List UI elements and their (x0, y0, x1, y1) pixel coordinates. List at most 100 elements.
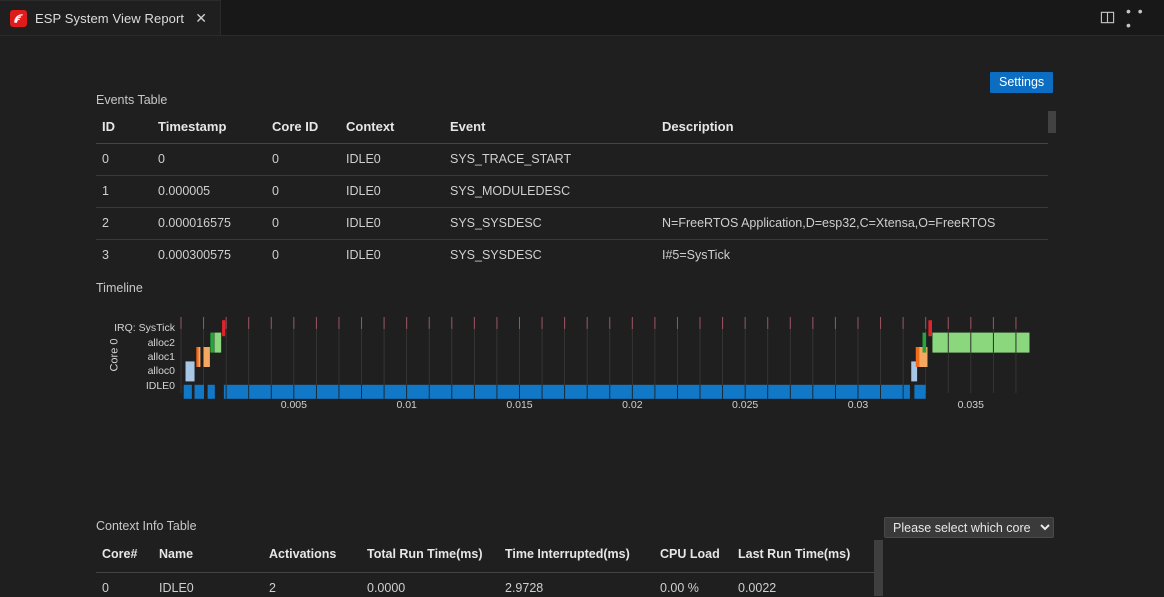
timeline-lane-label: IDLE0 (146, 380, 175, 392)
timeline-x-tick-label: 0.025 (732, 399, 758, 411)
events-cell-core-id: 0 (266, 176, 340, 208)
events-cell-core-id: 0 (266, 144, 340, 176)
split-editor-icon[interactable] (1094, 5, 1120, 31)
timeline-span[interactable] (186, 361, 195, 381)
timeline-series[interactable] (197, 347, 928, 367)
events-cell-event: SYS_SYSDESC (444, 240, 656, 267)
timeline-series[interactable] (210, 333, 926, 353)
events-cell-description: N=FreeRTOS Application,D=esp32,C=Xtensa,… (656, 208, 1048, 240)
events-cell-id: 1 (96, 176, 152, 208)
timeline-y-axis-title: Core 0 (109, 338, 121, 371)
events-cell-context: IDLE0 (340, 240, 444, 267)
events-cell-context: IDLE0 (340, 176, 444, 208)
events-cell-context: IDLE0 (340, 144, 444, 176)
events-cell-event: SYS_TRACE_START (444, 144, 656, 176)
timeline-series[interactable] (196, 347, 919, 367)
esp-signal-icon (10, 10, 27, 27)
events-cell-id: 0 (96, 144, 152, 176)
table-row[interactable]: 0IDLE020.00002.97280.00 %0.0022 (96, 573, 874, 597)
table-row[interactable]: 30.0003005750IDLE0SYS_SYSDESCI#5=SysTick (96, 240, 1048, 267)
timeline-chart[interactable]: IRQ: SysTickalloc2alloc1alloc0IDLE0Core … (96, 301, 1048, 421)
context-info-table: Core#NameActivationsTotal Run Time(ms)Ti… (96, 536, 874, 597)
events-cell-event: SYS_MODULEDESC (444, 176, 656, 208)
context-table-scrollbar-thumb[interactable] (874, 540, 883, 596)
timeline-series[interactable] (184, 385, 926, 399)
more-actions-icon[interactable]: • • • (1126, 5, 1152, 31)
context-info-table-title: Context Info Table (96, 519, 197, 533)
context-column-header: Last Run Time(ms) (732, 536, 874, 573)
timeline-span[interactable] (916, 347, 920, 367)
events-column-header: Event (444, 111, 656, 144)
timeline-span[interactable] (914, 385, 925, 399)
timeline-x-tick-label: 0.035 (958, 399, 984, 411)
events-column-header: Description (656, 111, 1048, 144)
settings-button[interactable]: Settings (990, 72, 1053, 93)
timeline-lane-label: alloc0 (148, 365, 175, 377)
core-select-dropdown[interactable]: Please select which core (884, 517, 1054, 538)
events-table-scrollbar[interactable] (1047, 111, 1057, 266)
context-cell-core: 0 (96, 573, 153, 597)
events-column-header: Core ID (266, 111, 340, 144)
timeline-span[interactable] (932, 333, 1029, 353)
timeline-x-tick-label: 0.005 (281, 399, 307, 411)
context-column-header: Activations (263, 536, 361, 573)
events-cell-timestamp: 0.000300575 (152, 240, 266, 267)
timeline-span[interactable] (923, 333, 927, 353)
editor-tab-bar: ESP System View Report ✕ • • • (0, 0, 1164, 36)
context-cell-last-run: 0.0022 (732, 573, 874, 597)
events-cell-context: IDLE0 (340, 208, 444, 240)
context-table-header-row: Core#NameActivationsTotal Run Time(ms)Ti… (96, 536, 874, 573)
events-cell-description (656, 144, 1048, 176)
events-cell-core-id: 0 (266, 240, 340, 267)
timeline-span[interactable] (224, 385, 910, 399)
timeline-x-tick-label: 0.03 (848, 399, 868, 411)
context-column-header: CPU Load (654, 536, 732, 573)
timeline-x-tick-label: 0.02 (622, 399, 642, 411)
timeline-span[interactable] (204, 347, 210, 367)
events-table-container: IDTimestampCore IDContextEventDescriptio… (96, 111, 1048, 266)
timeline-span[interactable] (195, 385, 204, 399)
events-table-title: Events Table (96, 93, 167, 107)
context-column-header: Time Interrupted(ms) (499, 536, 654, 573)
context-table-container: Core#NameActivationsTotal Run Time(ms)Ti… (96, 536, 874, 597)
timeline-plot-area (96, 301, 1048, 421)
events-cell-timestamp: 0 (152, 144, 266, 176)
report-content: Settings Events Table IDTimestampCore ID… (0, 36, 1164, 597)
timeline-series[interactable] (222, 320, 932, 336)
timeline-span[interactable] (196, 347, 198, 367)
table-row[interactable]: 000IDLE0SYS_TRACE_START (96, 144, 1048, 176)
events-cell-timestamp: 0.000016575 (152, 208, 266, 240)
timeline-span[interactable] (184, 385, 192, 399)
events-column-header: Context (340, 111, 444, 144)
timeline-x-tick-label: 0.01 (396, 399, 416, 411)
context-table-scrollbar[interactable] (872, 536, 884, 597)
events-cell-core-id: 0 (266, 208, 340, 240)
table-row[interactable]: 10.0000050IDLE0SYS_MODULEDESC (96, 176, 1048, 208)
events-table-header-row: IDTimestampCore IDContextEventDescriptio… (96, 111, 1048, 144)
timeline-span[interactable] (208, 385, 215, 399)
context-cell-name: IDLE0 (153, 573, 263, 597)
timeline-title: Timeline (96, 281, 143, 295)
events-column-header: ID (96, 111, 152, 144)
systick-tick-marks (181, 317, 1016, 329)
events-cell-id: 2 (96, 208, 152, 240)
timeline-span[interactable] (222, 320, 225, 336)
timeline-series[interactable] (186, 361, 918, 381)
timeline-span[interactable] (210, 333, 214, 353)
context-cell-total-run: 0.0000 (361, 573, 499, 597)
close-icon[interactable]: ✕ (192, 9, 210, 27)
context-column-header: Name (153, 536, 263, 573)
tab-label: ESP System View Report (35, 11, 184, 26)
tab-bar-actions: • • • (1094, 0, 1164, 35)
timeline-x-tick-label: 0.015 (506, 399, 532, 411)
tab-esp-system-view-report[interactable]: ESP System View Report ✕ (0, 0, 221, 35)
timeline-series[interactable] (214, 333, 1029, 353)
events-cell-id: 3 (96, 240, 152, 267)
table-row[interactable]: 20.0000165750IDLE0SYS_SYSDESCN=FreeRTOS … (96, 208, 1048, 240)
events-cell-timestamp: 0.000005 (152, 176, 266, 208)
timeline-gridlines (181, 321, 1016, 393)
events-table-scrollbar-thumb[interactable] (1048, 111, 1056, 133)
timeline-span[interactable] (928, 320, 932, 336)
context-column-header: Total Run Time(ms) (361, 536, 499, 573)
timeline-span[interactable] (214, 333, 221, 353)
